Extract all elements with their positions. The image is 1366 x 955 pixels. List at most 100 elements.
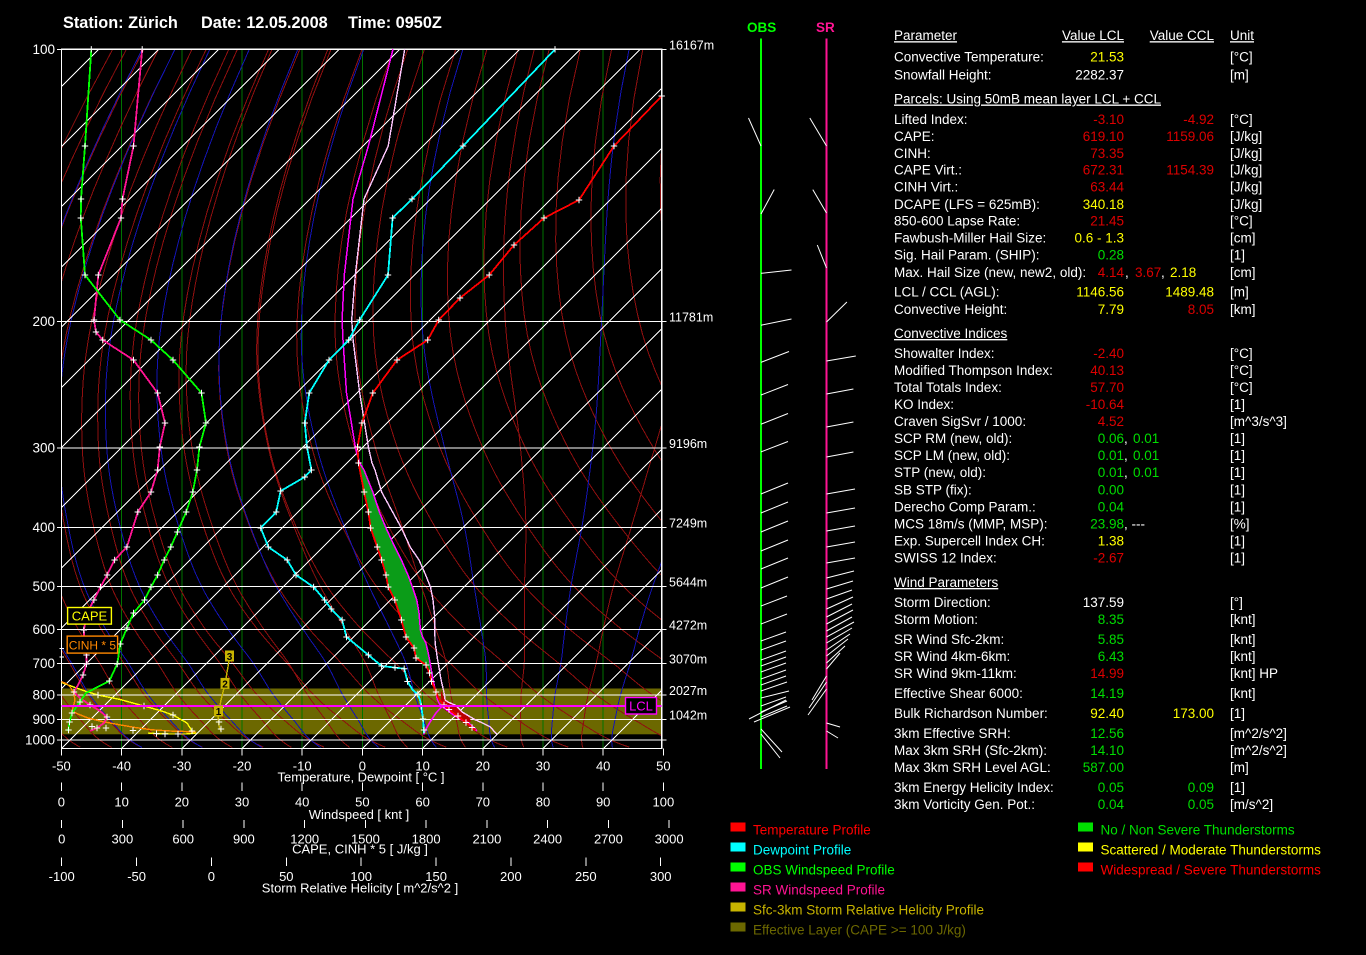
svg-text:20: 20 [175, 794, 189, 809]
svg-text:SR Wind 9km-11km:: SR Wind 9km-11km: [894, 666, 1017, 681]
svg-text:[m]: [m] [1230, 67, 1249, 82]
svg-text:30: 30 [235, 794, 249, 809]
svg-text:-40: -40 [112, 759, 131, 774]
svg-text:[cm]: [cm] [1230, 231, 1256, 246]
svg-text:-4.92: -4.92 [1183, 112, 1214, 127]
svg-text:0.09: 0.09 [1188, 780, 1214, 795]
svg-text:-10.64: -10.64 [1086, 397, 1125, 412]
svg-text:4.52: 4.52 [1098, 414, 1124, 429]
svg-text:SCP RM (new, old):: SCP RM (new, old): [894, 431, 1012, 446]
svg-text:[J/kg]: [J/kg] [1230, 146, 1262, 161]
svg-text:Storm Motion:: Storm Motion: [894, 612, 978, 627]
svg-text:[°C]: [°C] [1230, 112, 1253, 127]
svg-text:CAPE:: CAPE: [894, 129, 935, 144]
svg-text:30: 30 [536, 759, 550, 774]
svg-text:[1]: [1] [1230, 780, 1245, 795]
svg-text:Effective Shear 6000:: Effective Shear 6000: [894, 686, 1023, 701]
svg-text:[°C]: [°C] [1230, 380, 1253, 395]
svg-text:,: , [1125, 265, 1129, 280]
svg-text:0.00: 0.00 [1098, 482, 1124, 497]
svg-text:Bulk Richardson Number:: Bulk Richardson Number: [894, 706, 1048, 721]
svg-text:CINH:: CINH: [894, 146, 931, 161]
svg-text:3.67: 3.67 [1135, 265, 1161, 280]
svg-text:10: 10 [114, 794, 128, 809]
svg-text:14.19: 14.19 [1090, 686, 1124, 701]
svg-text:3000: 3000 [655, 832, 684, 847]
svg-text:[°C]: [°C] [1230, 214, 1253, 229]
svg-text:Max 3km SRH (Sfc-2km):: Max 3km SRH (Sfc-2km): [894, 743, 1047, 758]
svg-text:40.13: 40.13 [1090, 363, 1124, 378]
svg-text:CAPE Virt.:: CAPE Virt.: [894, 163, 962, 178]
svg-text:0: 0 [58, 832, 65, 847]
svg-text:2282.37: 2282.37 [1075, 67, 1124, 82]
svg-text:900: 900 [233, 832, 255, 847]
svg-text:6.43: 6.43 [1098, 649, 1124, 664]
svg-text:1: 1 [216, 707, 222, 718]
svg-text:[1]: [1] [1230, 551, 1245, 566]
svg-text:,: , [1124, 448, 1128, 463]
svg-text:0: 0 [58, 794, 65, 809]
svg-text:[1]: [1] [1230, 499, 1245, 514]
svg-text:-100: -100 [49, 869, 75, 884]
svg-text:MCS 18m/s (MMP, MSP):: MCS 18m/s (MMP, MSP): [894, 516, 1048, 531]
svg-text:SR Windspeed Profile: SR Windspeed Profile [753, 883, 885, 898]
svg-text:Convective Height:: Convective Height: [894, 302, 1007, 317]
svg-text:Sig. Hail Param. (SHIP):: Sig. Hail Param. (SHIP): [894, 248, 1040, 263]
svg-text:KO Index:: KO Index: [894, 397, 954, 412]
svg-text:, ---: , --- [1124, 516, 1145, 531]
svg-text:14.99: 14.99 [1090, 666, 1124, 681]
svg-text:200: 200 [500, 869, 522, 884]
svg-text:[km]: [km] [1230, 302, 1256, 317]
svg-text:[1]: [1] [1230, 706, 1245, 721]
svg-text:300: 300 [112, 832, 134, 847]
svg-text:-2.40: -2.40 [1093, 346, 1124, 361]
svg-text:[m^2/s^2]: [m^2/s^2] [1230, 726, 1287, 741]
svg-text:600: 600 [172, 832, 194, 847]
svg-text:12.56: 12.56 [1090, 726, 1124, 741]
svg-text:Wind Parameters: Wind Parameters [894, 575, 999, 590]
svg-text:9196m: 9196m [669, 437, 707, 451]
svg-text:[%]: [%] [1230, 516, 1250, 531]
svg-text:[m]: [m] [1230, 285, 1249, 300]
svg-text:Parcels: Using 50mB mean layer: Parcels: Using 50mB mean layer LCL + CCL [894, 92, 1161, 107]
svg-text:0.05: 0.05 [1098, 780, 1124, 795]
svg-text:Widespread / Severe Thundersto: Widespread / Severe Thunderstorms [1101, 863, 1322, 878]
svg-text:,: , [1124, 431, 1128, 446]
svg-text:[°C]: [°C] [1230, 363, 1253, 378]
svg-text:300: 300 [32, 440, 55, 455]
svg-text:,: , [1124, 465, 1128, 480]
svg-text:11781m: 11781m [669, 310, 713, 324]
svg-text:Max. Hail Size (new, new2, old: Max. Hail Size (new, new2, old): [894, 265, 1086, 280]
svg-text:-30: -30 [172, 759, 191, 774]
svg-text:CAPE: CAPE [72, 609, 108, 624]
svg-text:Convective Temperature:: Convective Temperature: [894, 50, 1044, 65]
svg-text:2400: 2400 [533, 832, 562, 847]
svg-text:100: 100 [32, 42, 55, 57]
svg-text:[1]: [1] [1230, 465, 1245, 480]
svg-text:Date: 12.05.2008: Date: 12.05.2008 [201, 14, 328, 32]
svg-text:0.01: 0.01 [1133, 448, 1159, 463]
svg-text:1042m: 1042m [669, 709, 707, 723]
svg-text:57.70: 57.70 [1090, 380, 1124, 395]
svg-text:[J/kg]: [J/kg] [1230, 180, 1262, 195]
svg-text:73.35: 73.35 [1090, 146, 1124, 161]
svg-text:[m]: [m] [1230, 760, 1249, 775]
svg-text:[knt] HP: [knt] HP [1230, 666, 1278, 681]
svg-text:300: 300 [650, 869, 672, 884]
svg-text:1154.39: 1154.39 [1166, 163, 1214, 178]
svg-text:[°]: [°] [1230, 595, 1243, 610]
svg-text:80: 80 [536, 794, 550, 809]
svg-text:0.28: 0.28 [1098, 248, 1124, 263]
svg-text:,: , [1161, 265, 1165, 280]
svg-text:[J/kg]: [J/kg] [1230, 129, 1262, 144]
svg-text:1489.48: 1489.48 [1165, 285, 1214, 300]
svg-text:Craven SigSvr / 1000:: Craven SigSvr / 1000: [894, 414, 1026, 429]
svg-text:[1]: [1] [1230, 448, 1245, 463]
svg-text:DCAPE (LFS = 625mB):: DCAPE (LFS = 625mB): [894, 197, 1040, 212]
svg-text:[1]: [1] [1230, 482, 1245, 497]
svg-text:5.85: 5.85 [1098, 632, 1124, 647]
svg-text:Convective Indices: Convective Indices [894, 326, 1008, 341]
svg-text:Temperature Profile: Temperature Profile [753, 823, 871, 838]
svg-text:0.6 - 1.3: 0.6 - 1.3 [1074, 231, 1124, 246]
svg-text:[m^3/s^3]: [m^3/s^3] [1230, 414, 1287, 429]
